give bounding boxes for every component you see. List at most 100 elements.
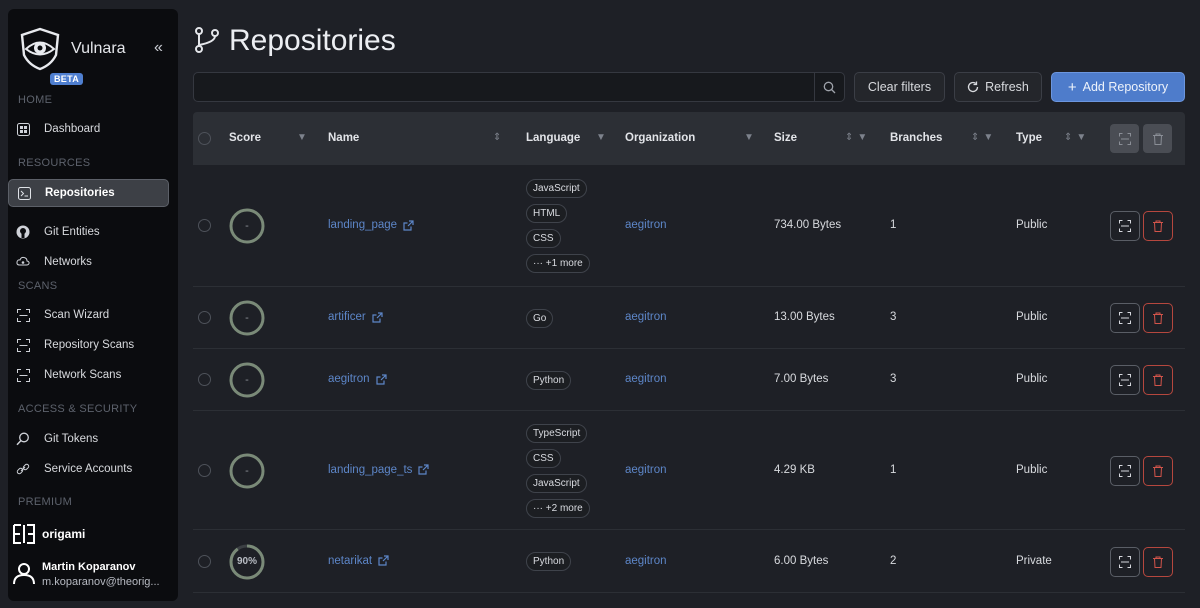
column-branches[interactable]: Branches (890, 132, 942, 144)
user-profile[interactable]: Martin Koparanov m.koparanov@theorig... (12, 561, 160, 588)
search-button[interactable] (814, 73, 844, 101)
filter-icon[interactable]: ▼ (297, 132, 307, 143)
column-type[interactable]: Type (1016, 132, 1042, 144)
size-value: 6.00 Bytes (774, 554, 829, 567)
external-link-icon (418, 464, 430, 475)
organization-link[interactable]: aegitron (625, 219, 667, 231)
clear-filters-button[interactable]: Clear filters (854, 72, 945, 102)
row-select-radio[interactable] (198, 373, 211, 386)
refresh-button[interactable]: Refresh (954, 72, 1042, 102)
org-name: origami (42, 527, 86, 541)
sidebar-item-repository-scans[interactable]: Repository Scans (8, 331, 169, 359)
filter-icon[interactable]: ▼ (596, 132, 606, 143)
score-value: - (245, 312, 249, 324)
delete-repository-button[interactable] (1143, 211, 1173, 241)
table-row[interactable]: - artificer Go aegitron 13.00 Bytes 3 Public (193, 287, 1185, 349)
score-value: 90% (236, 556, 257, 567)
search-input[interactable] (194, 73, 814, 101)
refresh-label: Refresh (985, 80, 1029, 94)
branches-value: 2 (890, 554, 897, 567)
github-icon (16, 225, 30, 239)
collapse-sidebar-icon[interactable]: « (154, 39, 163, 57)
delete-repository-button[interactable] (1143, 365, 1173, 395)
table-row[interactable]: 90% netarikat Python aegitron 6.00 Bytes 2 Pri… (193, 530, 1185, 593)
scan-icon (1119, 555, 1131, 568)
sidebar-item-label: Dashboard (44, 123, 101, 135)
score-value: - (245, 464, 249, 477)
row-select-radio[interactable] (198, 554, 211, 568)
scan-icon (16, 308, 30, 322)
table-row[interactable]: - landing_page JavaScript HTML CSS ··· +1 mor… (193, 165, 1185, 287)
language-chip: Python (526, 370, 572, 390)
delete-repository-button[interactable] (1143, 455, 1173, 486)
organization-link[interactable]: aegitron (625, 373, 667, 385)
row-select-radio[interactable] (198, 463, 211, 477)
column-size[interactable]: Size (774, 132, 797, 144)
bulk-scan-button[interactable] (1110, 124, 1139, 153)
external-link-icon (372, 311, 383, 323)
score-ring: - (229, 453, 265, 489)
scan-repository-button[interactable] (1110, 455, 1140, 486)
column-organization[interactable]: Organization (625, 132, 695, 144)
column-language[interactable]: Language (526, 132, 580, 144)
table-row[interactable]: - aegitron Python aegitron 7.00 Bytes 3 Public (193, 349, 1185, 411)
add-repository-button[interactable]: + Add Repository (1051, 72, 1185, 102)
sidebar: BETA Vulnara « HOME Dashboard RESOURCES … (8, 9, 178, 601)
sidebar-item-dashboard[interactable]: Dashboard (8, 115, 169, 143)
sidebar-item-git-tokens[interactable]: Git Tokens (8, 425, 169, 453)
row-select-radio[interactable] (198, 219, 211, 232)
bulk-delete-button[interactable] (1143, 124, 1172, 153)
repo-name-link[interactable]: aegitron (328, 373, 387, 385)
sort-filter-icon[interactable]: ⇕ ▼ (1064, 132, 1086, 143)
table-header: Score ▼ Name ⇕ Language ▼ Organization ▼… (193, 112, 1185, 165)
row-select-radio[interactable] (198, 311, 211, 324)
sidebar-item-networks[interactable]: Networks (8, 248, 169, 276)
sidebar-item-repositories[interactable]: Repositories (8, 179, 169, 207)
trash-icon (1153, 465, 1163, 477)
delete-repository-button[interactable] (1143, 546, 1173, 577)
sort-filter-icon[interactable]: ⇕ ▼ (845, 132, 867, 143)
git-branch-icon (195, 27, 219, 53)
column-name[interactable]: Name (328, 132, 359, 144)
scan-icon (1119, 220, 1131, 232)
more-languages-chip[interactable]: ··· +1 more (526, 254, 590, 273)
language-chip: Python (526, 552, 572, 571)
language-chip: JavaScript (526, 473, 587, 493)
trash-icon (1153, 556, 1163, 568)
sidebar-item-label: Service Accounts (44, 463, 133, 475)
brand[interactable]: BETA Vulnara « (18, 27, 168, 85)
select-all-radio[interactable] (198, 132, 211, 145)
language-chip: Go (526, 308, 554, 328)
section-home: HOME (18, 94, 53, 106)
sort-filter-icon[interactable]: ⇕ ▼ (971, 132, 993, 143)
repo-name-link[interactable]: landing_page_ts (328, 464, 430, 476)
more-languages-chip[interactable]: ··· +2 more (526, 498, 590, 518)
score-ring: - (229, 208, 265, 244)
organization-link[interactable]: aegitron (625, 464, 667, 476)
scan-icon (16, 338, 30, 352)
repo-name-link[interactable]: landing_page (328, 219, 414, 231)
sidebar-item-scan-wizard[interactable]: Scan Wizard (8, 301, 169, 329)
scan-repository-button[interactable] (1110, 546, 1140, 577)
repo-name-link[interactable]: artificer (328, 311, 383, 323)
origami-logo-icon (13, 524, 35, 544)
sidebar-item-git-entities[interactable]: Git Entities (8, 218, 169, 246)
delete-repository-button[interactable] (1143, 303, 1173, 333)
column-score[interactable]: Score (229, 132, 261, 144)
branches-value: 3 (890, 373, 897, 385)
sort-icon[interactable]: ⇕ (493, 132, 501, 143)
sidebar-item-service-accounts[interactable]: Service Accounts (8, 455, 169, 483)
scan-repository-button[interactable] (1110, 211, 1140, 241)
scan-repository-button[interactable] (1110, 365, 1140, 395)
filter-icon[interactable]: ▼ (744, 132, 754, 143)
repo-name: netarikat (328, 554, 373, 567)
organization-link[interactable]: aegitron (625, 555, 667, 567)
org-switcher[interactable]: origami (12, 522, 85, 546)
repo-name-link[interactable]: netarikat (328, 555, 389, 567)
sidebar-item-network-scans[interactable]: Network Scans (8, 361, 169, 389)
terminal-icon (17, 186, 31, 200)
trash-icon (1153, 312, 1163, 324)
scan-repository-button[interactable] (1110, 303, 1140, 333)
table-row[interactable]: - landing_page_ts TypeScript CSS JavaScript ·… (193, 411, 1185, 530)
organization-link[interactable]: aegitron (625, 311, 667, 323)
